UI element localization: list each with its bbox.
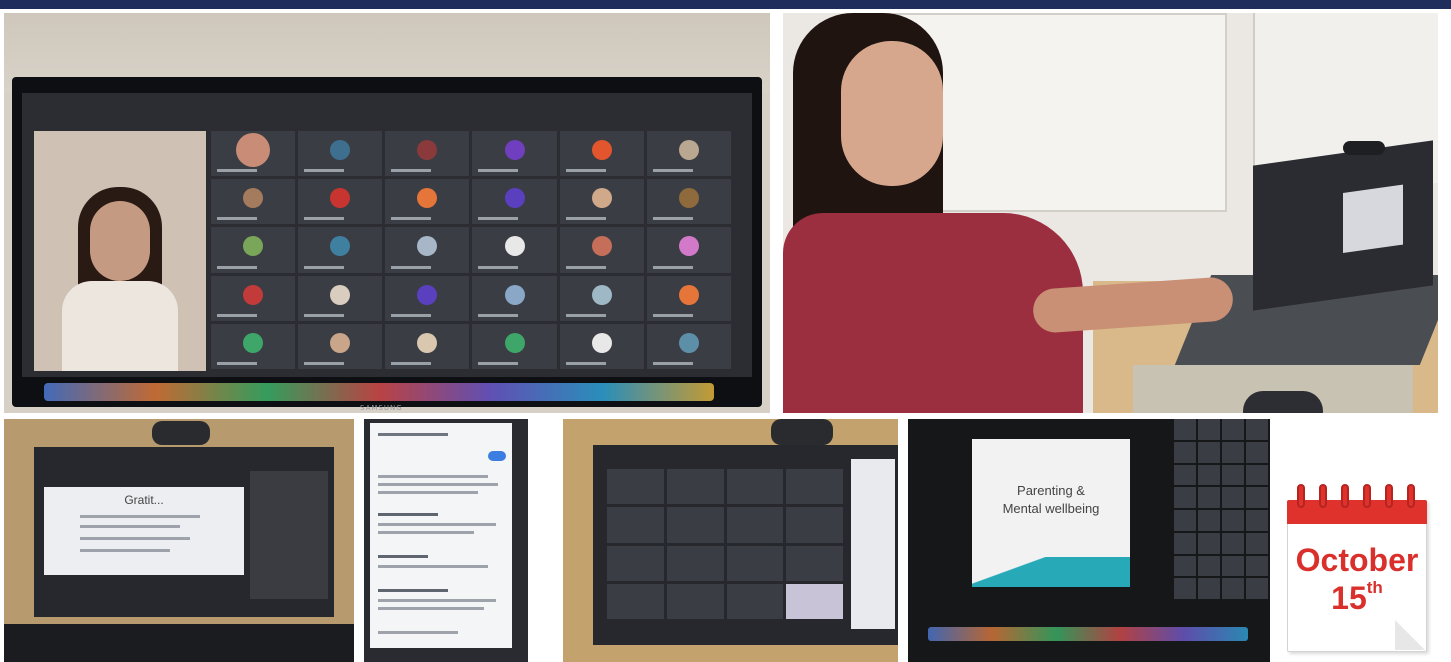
participant-tile — [559, 179, 644, 225]
slide-title: Gratit... — [124, 493, 164, 507]
photo-laptop-slide: Gratit... — [4, 419, 354, 662]
participant-sidebar — [250, 471, 328, 599]
page-curl — [1395, 620, 1425, 650]
calendar-ring — [1319, 484, 1327, 508]
participant-tile — [472, 323, 557, 369]
slide-title-line-2: Mental wellbeing — [1002, 501, 1100, 516]
participant-tile — [211, 179, 296, 225]
participant-tile — [646, 323, 731, 369]
calendar-ring — [1297, 484, 1305, 508]
webcam — [1343, 141, 1385, 155]
photo-phone-chat — [364, 419, 528, 662]
participant-tile — [646, 275, 731, 321]
participant-tile — [298, 179, 383, 225]
participant-tile — [385, 227, 470, 273]
calendar-day-number: 15 — [1331, 580, 1367, 616]
speaker-video-tile — [34, 131, 206, 371]
photo-facilitator-at-laptop — [783, 13, 1438, 413]
participant-tile — [298, 275, 383, 321]
calendar-day-suffix: th — [1366, 578, 1383, 597]
participant-tile — [559, 131, 644, 177]
calendar-icon: October 15th — [1283, 478, 1433, 654]
participant-strip — [1174, 419, 1268, 599]
calendar-ring — [1385, 484, 1393, 508]
participant-tile — [211, 275, 296, 321]
phone-screen — [370, 423, 512, 648]
participant-tile — [298, 227, 383, 273]
calendar-month: October — [1295, 542, 1419, 578]
webcam — [152, 421, 210, 445]
whiteboard — [893, 13, 1227, 212]
photo-laptop-gallery — [563, 419, 898, 662]
laptop-screen — [1253, 140, 1433, 311]
participant-tile — [298, 323, 383, 369]
laptop-keyboard — [4, 624, 354, 662]
photo-laptop-presentation: Parenting & Mental wellbeing — [908, 419, 1270, 662]
participant-tile — [472, 275, 557, 321]
participant-tile — [559, 275, 644, 321]
speaker-shirt — [62, 281, 178, 371]
calendar-day: 15th — [1287, 578, 1427, 617]
participant-tile — [385, 179, 470, 225]
calendar-ring — [1363, 484, 1371, 508]
calendar-header — [1287, 500, 1427, 524]
app-dock — [928, 627, 1248, 641]
participant-tile — [559, 227, 644, 273]
participant-tile — [646, 131, 731, 177]
computer-mouse — [1243, 391, 1323, 413]
participant-tile — [472, 179, 557, 225]
speaker-face — [90, 201, 150, 281]
participant-tile — [211, 323, 296, 369]
participant-tile — [385, 323, 470, 369]
participant-tile — [385, 131, 470, 177]
toggle-switch — [488, 451, 506, 461]
calendar-ring — [1341, 484, 1349, 508]
participant-tile — [211, 131, 296, 177]
monitor-brand-label: SAMSUNG — [360, 404, 403, 412]
app-dock — [44, 383, 714, 401]
participant-grid — [211, 131, 731, 369]
participant-tile — [211, 227, 296, 273]
person-face — [841, 41, 943, 186]
top-banner-bar — [0, 0, 1451, 9]
participant-tile — [472, 131, 557, 177]
shared-slide: Gratit... — [44, 487, 244, 575]
participant-tile — [385, 275, 470, 321]
slide-accent — [972, 557, 1130, 587]
chat-panel — [851, 459, 895, 629]
participant-tile — [472, 227, 557, 273]
webcam — [771, 419, 833, 445]
participant-tile — [298, 131, 383, 177]
photo-monitor-video-call: SAMSUNG — [4, 13, 770, 413]
presentation-slide: Parenting & Mental wellbeing — [972, 439, 1130, 587]
participant-tile — [559, 323, 644, 369]
participant-tile — [646, 227, 731, 273]
slide-title-line-1: Parenting & — [1017, 483, 1085, 498]
participant-grid — [607, 469, 843, 619]
calendar-ring — [1407, 484, 1415, 508]
participant-tile — [646, 179, 731, 225]
